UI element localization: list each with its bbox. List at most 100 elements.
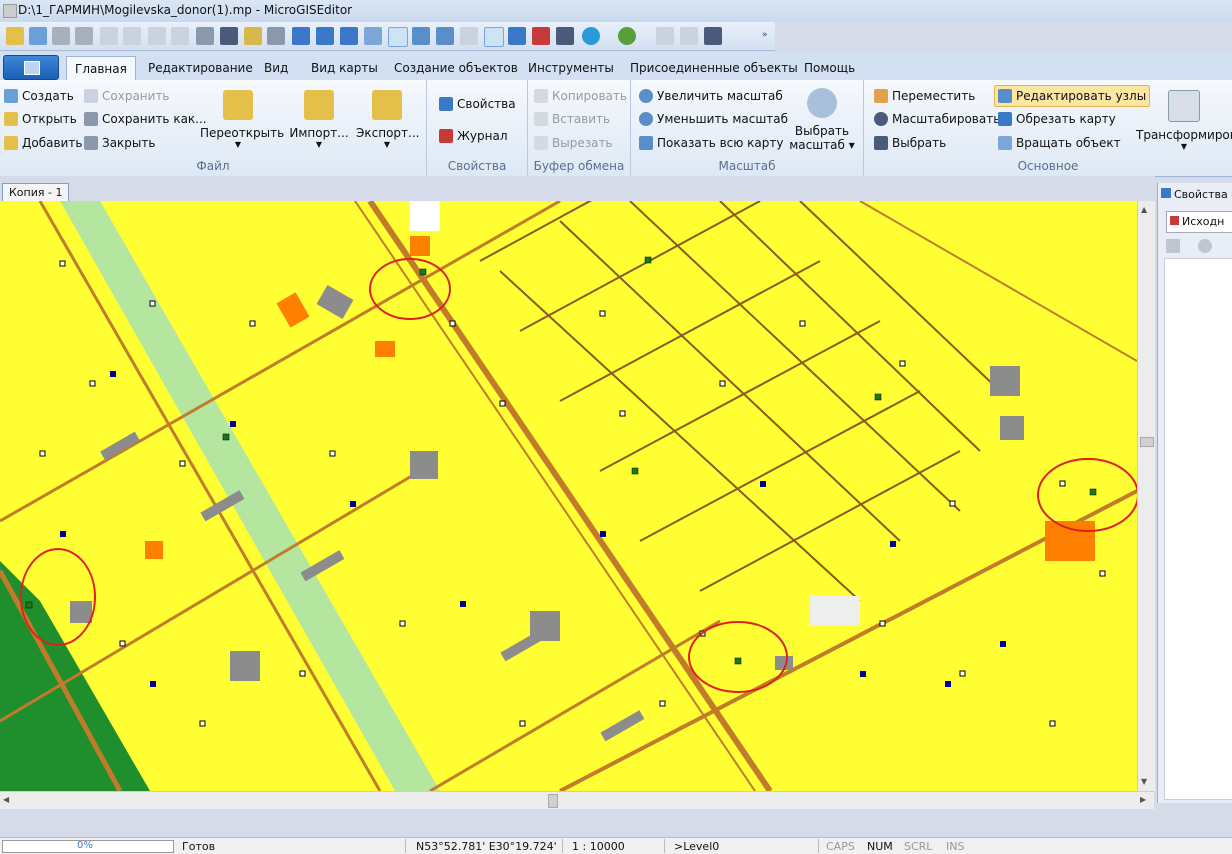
open-file-icon[interactable] [29,27,47,45]
ribbon: Создать Открыть Добавить Сохранить Сохра… [0,80,1232,177]
eraser-icon[interactable] [460,27,478,45]
status-level: >Level0 [674,840,720,853]
more-icon[interactable]: » [762,30,768,40]
select-tool-button[interactable]: Выбрать [874,133,946,153]
panel-tool-icon[interactable] [1166,239,1180,253]
globe-icon[interactable] [582,27,600,45]
find-icon[interactable] [220,27,238,45]
zoom-tool-button[interactable]: Масштабировать [874,109,1000,129]
pin-icon[interactable] [436,27,454,45]
paste-doc-icon [534,112,548,126]
status-scrl: SCRL [904,840,933,853]
print-icon[interactable] [75,27,93,45]
rotate-object-button[interactable]: Вращать объект [998,133,1121,153]
copy-icon[interactable] [148,27,166,45]
reopen-button[interactable]: Переоткрыть ▼ [200,90,284,149]
properties-icon[interactable] [196,27,214,45]
new-map-icon[interactable] [6,27,24,45]
create-button[interactable]: Создать [4,86,74,106]
properties-button[interactable]: Свойства [439,94,516,114]
horizontal-scroll-thumb[interactable] [548,794,558,808]
export-button[interactable]: Экспорт... ▼ [356,90,419,149]
move-button[interactable]: Переместить [874,86,975,106]
source-tab[interactable]: Исходн [1166,211,1232,233]
text-tool-icon[interactable] [292,27,310,45]
layers-icon[interactable] [340,27,358,45]
zoom-out-button[interactable]: Уменьшить масштаб [639,109,788,129]
map-canvas[interactable] [0,201,1137,791]
status-separator [405,839,406,853]
app-menu-button[interactable] [3,55,59,80]
tab-attached-objects[interactable]: Присоединенные объекты [622,56,806,80]
group-title-main: Основное [1017,159,1079,173]
clip-icon[interactable] [267,27,285,45]
zoom-in-button[interactable]: Увеличить масштаб [639,86,783,106]
status-separator [818,839,819,853]
journal-button[interactable]: Журнал [439,126,508,146]
cut-button[interactable]: Вырезать [534,133,613,153]
tab-help[interactable]: Помощь [796,56,863,80]
folder-icon [4,112,18,126]
save-button[interactable]: Сохранить [84,86,170,106]
ribbon-tabs: Главная Редактирование Вид Вид карты Соз… [0,52,1232,81]
tab-tools[interactable]: Инструменты [520,56,622,80]
redo-icon[interactable] [123,27,141,45]
chart-icon[interactable] [508,27,526,45]
world-icon[interactable] [618,27,636,45]
properties-list-icon [439,97,453,111]
zoom-out-icon [639,112,653,126]
home-icon[interactable] [704,27,722,45]
zoom-tool-icon [874,112,888,126]
snap-icon[interactable] [484,27,504,47]
tab-editing[interactable]: Редактирование [140,56,261,80]
copy-button[interactable]: Копировать [534,86,627,106]
scroll-up-icon[interactable]: ▲ [1141,205,1147,214]
edit-icon[interactable] [364,27,382,45]
tab-main[interactable]: Главная [66,56,136,81]
window-icon[interactable] [656,27,674,45]
list-icon[interactable] [316,27,334,45]
save-as-button[interactable]: Сохранить как... [84,109,207,129]
close-doc-icon [84,136,98,150]
app-icon [3,4,17,18]
vertical-scrollbar[interactable]: ▲ ▼ [1137,201,1155,791]
status-caps: CAPS [826,840,855,853]
document-tab[interactable]: Копия - 1 [2,183,70,201]
panel-tool2-icon[interactable] [1198,239,1212,253]
tab-map-view[interactable]: Вид карты [303,56,386,80]
show-all-button[interactable]: Показать всю карту [639,133,783,153]
select-scale-button[interactable]: Выбрать масштаб ▾ [785,88,859,152]
undo-icon[interactable] [100,27,118,45]
route-icon[interactable] [412,27,430,45]
open-button[interactable]: Открыть [4,109,77,129]
scroll-down-icon[interactable]: ▼ [1141,777,1147,786]
node-edit-icon[interactable] [388,27,408,47]
horizontal-scrollbar[interactable]: ◀ ▶ [0,791,1154,809]
scroll-left-icon[interactable]: ◀ [3,795,9,804]
bars-icon[interactable] [532,27,550,45]
tab-view[interactable]: Вид [256,56,296,80]
journal-icon [439,129,453,143]
transform-button[interactable]: Трансформиров ▼ [1136,90,1232,151]
tab-create-objects[interactable]: Создание объектов [386,56,526,80]
group-title-scale: Масштаб [718,159,776,173]
window-title: D:\1_ГАРМИН\Mogilevska_donor(1).mp - Mic… [18,3,353,17]
window2-icon[interactable] [680,27,698,45]
group-title-clipboard: Буфер обмена [533,159,625,173]
scroll-right-icon[interactable]: ▶ [1140,795,1146,804]
close-button[interactable]: Закрыть [84,133,155,153]
map-svg [0,201,1137,791]
vertical-scroll-thumb[interactable] [1140,437,1154,447]
save-disk-icon [84,89,98,103]
export-icon [372,90,402,120]
pointer-icon[interactable] [556,27,574,45]
paste-icon[interactable] [171,27,189,45]
select-objects-icon[interactable] [244,27,262,45]
crop-map-button[interactable]: Обрезать карту [998,109,1116,129]
save-icon[interactable] [52,27,70,45]
paste-button[interactable]: Вставить [534,109,610,129]
add-button[interactable]: Добавить [4,133,82,153]
edit-nodes-button[interactable]: Редактировать узлы [994,85,1151,107]
import-button[interactable]: Импорт... ▼ [288,90,350,149]
save-as-icon [84,112,98,126]
